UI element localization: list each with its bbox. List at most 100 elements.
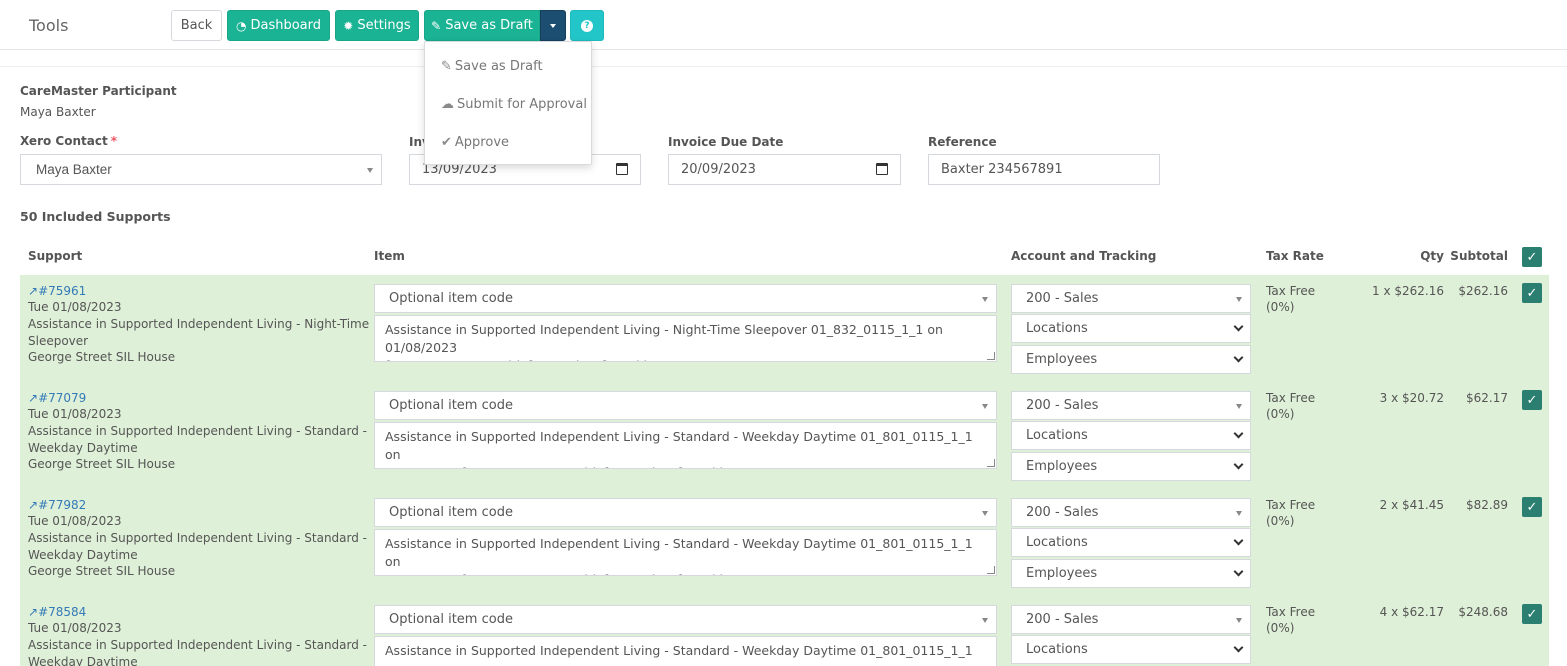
- chevron-down-icon: [1233, 459, 1244, 470]
- account-value: 200 - Sales: [1026, 612, 1099, 627]
- account-select[interactable]: 200 - Sales: [1011, 498, 1251, 527]
- reference-label: Reference: [928, 135, 997, 149]
- item-description-textarea[interactable]: Assistance in Supported Independent Livi…: [374, 529, 997, 576]
- menu-item-submit-approval[interactable]: ☁ Submit for Approval: [441, 97, 587, 112]
- locations-value: Locations: [1026, 428, 1088, 443]
- xero-contact-label-text: Xero Contact: [20, 134, 108, 148]
- item-description-textarea[interactable]: Assistance in Supported Independent Livi…: [374, 636, 997, 666]
- column-header-subtotal: Subtotal: [1450, 249, 1508, 263]
- description-line2: 01/08/2023 from 06:00 09:00 with [no wor…: [385, 464, 986, 468]
- toolbar-title: Tools: [29, 16, 69, 35]
- external-link-icon: ↗: [28, 284, 39, 298]
- locations-select[interactable]: Locations: [1011, 528, 1251, 557]
- item-code-placeholder: Optional item code: [389, 398, 513, 413]
- save-draft-button[interactable]: ✎ Save as Draft: [424, 10, 540, 41]
- chevron-down-icon: [982, 618, 988, 623]
- description-line1: Assistance in Supported Independent Livi…: [385, 536, 973, 569]
- account-select[interactable]: 200 - Sales: [1011, 391, 1251, 420]
- help-icon: ?: [581, 19, 593, 32]
- account-select[interactable]: 200 - Sales: [1011, 284, 1251, 313]
- invoice-due-date-label: Invoice Due Date: [668, 135, 784, 149]
- account-select[interactable]: 200 - Sales: [1011, 605, 1251, 634]
- calendar-icon[interactable]: [876, 163, 888, 175]
- select-all-checkbox[interactable]: ✓: [1522, 247, 1542, 267]
- participant-label: CareMaster Participant: [20, 84, 177, 98]
- menu-item-label: Save as Draft: [454, 59, 543, 74]
- support-link[interactable]: ↗#77982: [28, 498, 86, 512]
- resize-handle-icon[interactable]: [987, 459, 995, 467]
- dashboard-button-label: Dashboard: [250, 18, 321, 33]
- column-header-account: Account and Tracking: [1011, 249, 1157, 263]
- menu-item-label: Submit for Approval: [457, 97, 587, 112]
- check-icon: ✓: [1526, 249, 1538, 265]
- subtotal-value: $82.89: [1466, 498, 1508, 512]
- xero-contact-select[interactable]: Maya Baxter: [20, 154, 382, 185]
- employees-value: Employees: [1026, 459, 1098, 474]
- tax-rate-line2: (0%): [1266, 514, 1295, 528]
- locations-select[interactable]: Locations: [1011, 421, 1251, 450]
- item-code-select[interactable]: Optional item code: [374, 605, 997, 634]
- item-code-placeholder: Optional item code: [389, 291, 513, 306]
- chevron-down-icon: [1236, 297, 1242, 302]
- support-location: George Street SIL House: [28, 350, 176, 364]
- support-service-line2: Sleepover: [28, 334, 89, 348]
- settings-button[interactable]: ✹ Settings: [335, 10, 419, 41]
- reference-value: Baxter 234567891: [941, 162, 1063, 177]
- xero-contact-value: Maya Baxter: [36, 162, 112, 177]
- employees-select[interactable]: Employees: [1011, 345, 1251, 374]
- account-value: 200 - Sales: [1026, 505, 1099, 520]
- account-value: 200 - Sales: [1026, 398, 1099, 413]
- description-line2: from 22:00 06:00 with [no workers] total…: [385, 357, 986, 361]
- description-line1: Assistance in Supported Independent Livi…: [385, 643, 973, 666]
- chevron-down-icon: [1233, 535, 1244, 546]
- resize-handle-icon[interactable]: [987, 352, 995, 360]
- item-description-textarea[interactable]: Assistance in Supported Independent Livi…: [374, 315, 997, 362]
- resize-handle-icon[interactable]: [987, 566, 995, 574]
- support-service-line1: Assistance in Supported Independent Livi…: [28, 424, 368, 438]
- locations-select[interactable]: Locations: [1011, 635, 1251, 664]
- support-date: Tue 01/08/2023: [28, 514, 122, 528]
- column-header-qty: Qty: [1420, 249, 1444, 263]
- item-code-select[interactable]: Optional item code: [374, 498, 997, 527]
- chevron-down-icon: [1236, 511, 1242, 516]
- menu-item-approve[interactable]: ✔ Approve: [441, 135, 509, 150]
- row-checkbox[interactable]: ✓: [1522, 283, 1542, 303]
- row-checkbox[interactable]: ✓: [1522, 497, 1542, 517]
- support-date: Tue 01/08/2023: [28, 300, 122, 314]
- support-service-line1: Assistance in Supported Independent Livi…: [28, 638, 368, 652]
- invoice-due-date-input[interactable]: 20/09/2023: [668, 154, 901, 185]
- support-link[interactable]: ↗#78584: [28, 605, 86, 619]
- locations-select[interactable]: Locations: [1011, 314, 1251, 343]
- item-code-select[interactable]: Optional item code: [374, 284, 997, 313]
- locations-value: Locations: [1026, 321, 1088, 336]
- item-description-textarea[interactable]: Assistance in Supported Independent Livi…: [374, 422, 997, 469]
- chevron-down-icon: [982, 297, 988, 302]
- account-value: 200 - Sales: [1026, 291, 1099, 306]
- column-header-item: Item: [374, 249, 405, 263]
- support-link[interactable]: ↗#77079: [28, 391, 86, 405]
- menu-item-save-draft[interactable]: ✎ Save as Draft: [441, 59, 543, 74]
- back-button[interactable]: Back: [171, 10, 222, 41]
- menu-item-label: Approve: [454, 135, 510, 150]
- help-button[interactable]: ?: [570, 10, 604, 41]
- caret-down-icon: [550, 23, 556, 28]
- employees-select[interactable]: Employees: [1011, 452, 1251, 481]
- calendar-icon[interactable]: [616, 163, 628, 175]
- support-location: George Street SIL House: [28, 457, 176, 471]
- chevron-down-icon: [367, 168, 373, 173]
- locations-value: Locations: [1026, 642, 1088, 657]
- edit-icon: ✎: [431, 18, 442, 33]
- row-checkbox[interactable]: ✓: [1522, 604, 1542, 624]
- tax-rate-line1: Tax Free: [1266, 391, 1316, 405]
- reference-input[interactable]: Baxter 234567891: [928, 154, 1160, 185]
- item-code-select[interactable]: Optional item code: [374, 391, 997, 420]
- tax-rate-line1: Tax Free: [1266, 284, 1316, 298]
- external-link-icon: ↗: [28, 498, 39, 512]
- support-link[interactable]: ↗#75961: [28, 284, 86, 298]
- subtotal-value: $62.17: [1466, 391, 1508, 405]
- employees-select[interactable]: Employees: [1011, 559, 1251, 588]
- save-draft-dropdown-toggle[interactable]: [540, 10, 566, 41]
- row-checkbox[interactable]: ✓: [1522, 390, 1542, 410]
- dashboard-icon: ◔: [235, 18, 247, 33]
- dashboard-button[interactable]: ◔ Dashboard: [227, 10, 330, 41]
